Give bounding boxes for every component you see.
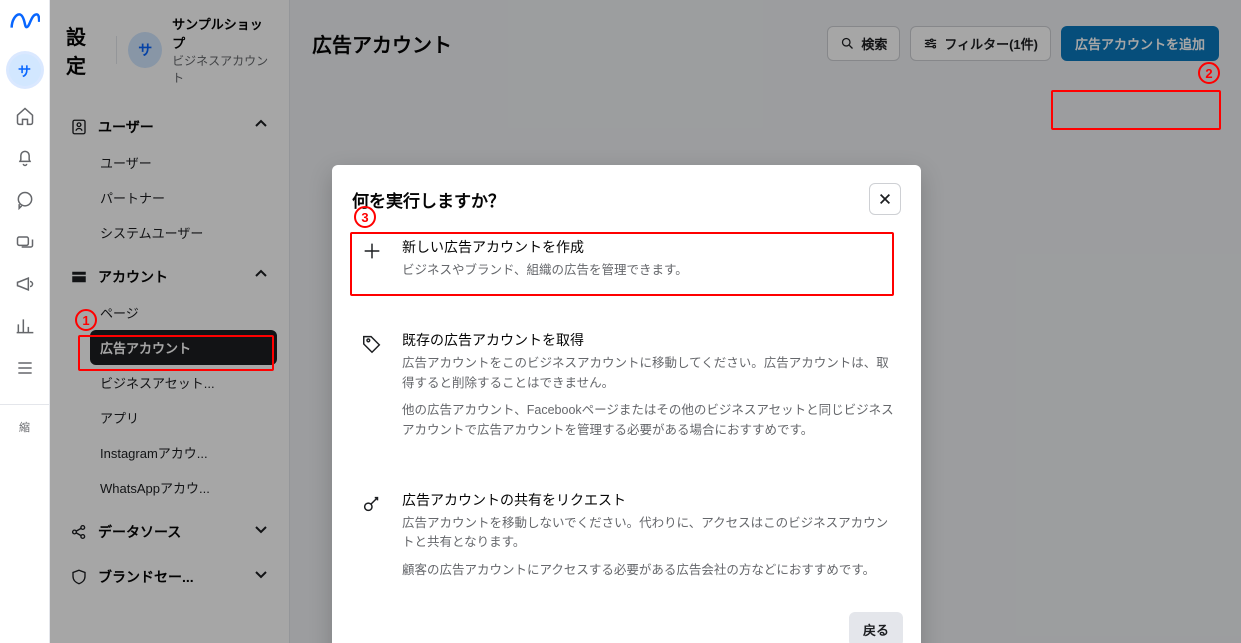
dialog-option-desc: 広告アカウントを移動しないでください。代わりに、アクセスはこのビジネスアカウント… xyxy=(402,514,895,553)
dialog-option-claim-existing[interactable]: 既存の広告アカウントを取得 広告アカウントをこのビジネスアカウントに移動してくだ… xyxy=(352,318,901,452)
dialog-close-button[interactable] xyxy=(869,183,901,215)
dialog-option-title: 新しい広告アカウントを作成 xyxy=(402,237,688,257)
key-icon xyxy=(358,490,386,518)
dialog-option-request-share[interactable]: 広告アカウントの共有をリクエスト 広告アカウントを移動しないでください。代わりに… xyxy=(352,478,901,592)
rail-collapse-label[interactable]: 縮 xyxy=(0,404,49,435)
home-icon[interactable] xyxy=(13,104,37,128)
close-icon xyxy=(878,192,892,206)
dialog-option-title: 広告アカウントの共有をリクエスト xyxy=(402,490,895,510)
cards-icon[interactable] xyxy=(13,230,37,254)
bell-icon[interactable] xyxy=(13,146,37,170)
dialog-option-create-new[interactable]: 新しい広告アカウントを作成 ビジネスやブランド、組織の広告を管理できます。 xyxy=(352,225,901,292)
dialog-option-desc: 広告アカウントをこのビジネスアカウントに移動してください。広告アカウントは、取得… xyxy=(402,354,895,393)
dialog-title: 何を実行しますか？ xyxy=(352,187,505,212)
chat-icon[interactable] xyxy=(13,188,37,212)
meta-logo-icon xyxy=(10,6,40,36)
add-ad-account-dialog: 何を実行しますか？ 新しい広告アカウントを作成 ビジネスやブランド、組織の広告を… xyxy=(332,165,921,643)
dialog-option-desc: 他の広告アカウント、Facebookページまたはその他のビジネスアセットと同じビ… xyxy=(402,401,895,440)
business-avatar-small[interactable]: サ xyxy=(9,54,41,86)
menu-icon[interactable] xyxy=(13,356,37,380)
nav-rail: サ 縮 xyxy=(0,0,50,643)
tag-icon xyxy=(358,330,386,358)
dialog-option-title: 既存の広告アカウントを取得 xyxy=(402,330,895,350)
dialog-back-button[interactable]: 戻る xyxy=(849,612,903,643)
dialog-option-desc: 顧客の広告アカウントにアクセスする必要がある広告会社の方などにおすすめです。 xyxy=(402,561,895,580)
megaphone-icon[interactable] xyxy=(13,272,37,296)
plus-icon xyxy=(358,237,386,265)
chart-icon[interactable] xyxy=(13,314,37,338)
dialog-option-desc: ビジネスやブランド、組織の広告を管理できます。 xyxy=(402,261,688,280)
